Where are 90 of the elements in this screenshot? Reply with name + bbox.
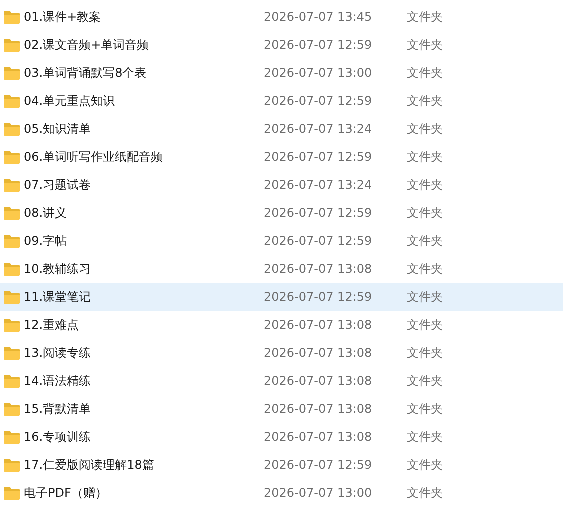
file-row[interactable]: 04.单元重点知识 2026-07-07 12:59 文件夹 xyxy=(0,87,563,115)
file-name: 17.仁爱版阅读理解18篇 xyxy=(24,456,156,474)
file-name: 16.专项训练 xyxy=(24,428,92,446)
modified-date: 2026-07-07 13:08 xyxy=(264,318,374,332)
modified-date: 2026-07-07 13:00 xyxy=(264,486,374,500)
modified-date: 2026-07-07 12:59 xyxy=(264,234,374,248)
file-row[interactable]: 11.课堂笔记 2026-07-07 12:59 文件夹 xyxy=(0,283,563,311)
file-name: 03.单词背诵默写8个表 xyxy=(24,64,148,82)
modified-date: 2026-07-07 12:59 xyxy=(264,206,374,220)
file-name: 电子PDF（赠） xyxy=(24,484,108,502)
file-row[interactable]: 12.重难点 2026-07-07 13:08 文件夹 xyxy=(0,311,563,339)
file-name: 02.课文音频+单词音频 xyxy=(24,36,150,54)
file-type: 文件夹 xyxy=(407,36,444,54)
file-row[interactable]: 03.单词背诵默写8个表 2026-07-07 13:00 文件夹 xyxy=(0,59,563,87)
modified-date: 2026-07-07 13:08 xyxy=(264,402,374,416)
folder-icon xyxy=(4,262,20,276)
file-name: 15.背默清单 xyxy=(24,400,92,418)
folder-icon xyxy=(4,318,20,332)
file-row[interactable]: 电子PDF（赠） 2026-07-07 13:00 文件夹 xyxy=(0,479,563,507)
file-row[interactable]: 08.讲义 2026-07-07 12:59 文件夹 xyxy=(0,199,563,227)
file-row[interactable]: 17.仁爱版阅读理解18篇 2026-07-07 12:59 文件夹 xyxy=(0,451,563,479)
folder-icon xyxy=(4,178,20,192)
file-name: 14.语法精练 xyxy=(24,372,92,390)
file-row[interactable]: 15.背默清单 2026-07-07 13:08 文件夹 xyxy=(0,395,563,423)
file-row[interactable]: 05.知识清单 2026-07-07 13:24 文件夹 xyxy=(0,115,563,143)
file-name: 09.字帖 xyxy=(24,232,68,250)
folder-icon xyxy=(4,458,20,472)
file-type: 文件夹 xyxy=(407,344,444,362)
file-name: 07.习题试卷 xyxy=(24,176,92,194)
folder-icon xyxy=(4,66,20,80)
folder-icon xyxy=(4,234,20,248)
folder-icon xyxy=(4,122,20,136)
file-name: 01.课件+教案 xyxy=(24,8,102,26)
modified-date: 2026-07-07 12:59 xyxy=(264,458,374,472)
file-type: 文件夹 xyxy=(407,316,444,334)
modified-date: 2026-07-07 13:45 xyxy=(264,10,374,24)
file-type: 文件夹 xyxy=(407,64,444,82)
modified-date: 2026-07-07 13:24 xyxy=(264,178,374,192)
modified-date: 2026-07-07 12:59 xyxy=(264,150,374,164)
file-type: 文件夹 xyxy=(407,288,444,306)
modified-date: 2026-07-07 13:08 xyxy=(264,346,374,360)
file-row[interactable]: 10.教辅练习 2026-07-07 13:08 文件夹 xyxy=(0,255,563,283)
modified-date: 2026-07-07 13:08 xyxy=(264,374,374,388)
file-row[interactable]: 14.语法精练 2026-07-07 13:08 文件夹 xyxy=(0,367,563,395)
modified-date: 2026-07-07 13:00 xyxy=(264,66,374,80)
folder-icon xyxy=(4,402,20,416)
file-row[interactable]: 09.字帖 2026-07-07 12:59 文件夹 xyxy=(0,227,563,255)
modified-date: 2026-07-07 13:08 xyxy=(264,430,374,444)
file-row[interactable]: 07.习题试卷 2026-07-07 13:24 文件夹 xyxy=(0,171,563,199)
folder-icon xyxy=(4,486,20,500)
modified-date: 2026-07-07 12:59 xyxy=(264,94,374,108)
file-name: 13.阅读专练 xyxy=(24,344,92,362)
file-type: 文件夹 xyxy=(407,456,444,474)
folder-icon xyxy=(4,150,20,164)
file-type: 文件夹 xyxy=(407,372,444,390)
file-name: 10.教辅练习 xyxy=(24,260,92,278)
folder-icon xyxy=(4,94,20,108)
file-type: 文件夹 xyxy=(407,148,444,166)
file-type: 文件夹 xyxy=(407,232,444,250)
file-name: 12.重难点 xyxy=(24,316,80,334)
modified-date: 2026-07-07 13:08 xyxy=(264,262,374,276)
file-name: 11.课堂笔记 xyxy=(24,288,92,306)
file-type: 文件夹 xyxy=(407,260,444,278)
file-name: 06.单词听写作业纸配音频 xyxy=(24,148,164,166)
file-type: 文件夹 xyxy=(407,92,444,110)
file-name: 04.单元重点知识 xyxy=(24,92,116,110)
file-row[interactable]: 02.课文音频+单词音频 2026-07-07 12:59 文件夹 xyxy=(0,31,563,59)
modified-date: 2026-07-07 12:59 xyxy=(264,38,374,52)
folder-icon xyxy=(4,206,20,220)
file-type: 文件夹 xyxy=(407,120,444,138)
file-row[interactable]: 13.阅读专练 2026-07-07 13:08 文件夹 xyxy=(0,339,563,367)
file-type: 文件夹 xyxy=(407,204,444,222)
folder-icon xyxy=(4,346,20,360)
folder-icon xyxy=(4,374,20,388)
file-type: 文件夹 xyxy=(407,8,444,26)
folder-icon xyxy=(4,38,20,52)
folder-icon xyxy=(4,290,20,304)
modified-date: 2026-07-07 13:24 xyxy=(264,122,374,136)
file-row[interactable]: 16.专项训练 2026-07-07 13:08 文件夹 xyxy=(0,423,563,451)
file-row[interactable]: 06.单词听写作业纸配音频 2026-07-07 12:59 文件夹 xyxy=(0,143,563,171)
file-name: 05.知识清单 xyxy=(24,120,92,138)
file-type: 文件夹 xyxy=(407,400,444,418)
file-name: 08.讲义 xyxy=(24,204,68,222)
folder-icon xyxy=(4,430,20,444)
file-row[interactable]: 01.课件+教案 2026-07-07 13:45 文件夹 xyxy=(0,3,563,31)
file-type: 文件夹 xyxy=(407,176,444,194)
folder-icon xyxy=(4,10,20,24)
file-type: 文件夹 xyxy=(407,484,444,502)
modified-date: 2026-07-07 12:59 xyxy=(264,290,374,304)
file-type: 文件夹 xyxy=(407,428,444,446)
